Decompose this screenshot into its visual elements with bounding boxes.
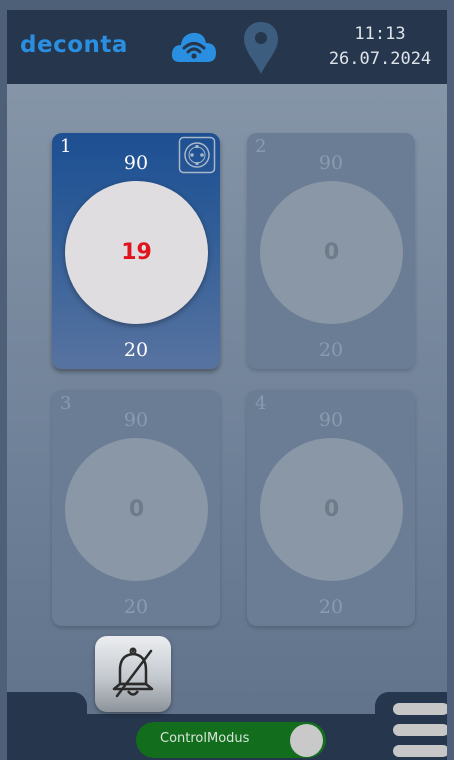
channel-card-2[interactable]: 2 90 0 20 [247, 133, 415, 369]
channel-upper-limit: 90 [318, 409, 344, 431]
channel-dial[interactable]: 0 [65, 438, 208, 581]
channel-lower-limit: 20 [123, 339, 149, 361]
channel-dial[interactable]: 0 [260, 438, 403, 581]
hamburger-menu-icon[interactable] [391, 703, 447, 760]
channel-upper-limit: 90 [318, 152, 344, 174]
channel-card-3[interactable]: 3 90 0 20 [52, 390, 220, 626]
header-bar: deconta 11:13 26.07.2024 [7, 10, 447, 84]
channel-card-1[interactable]: 1 90 19 20 [52, 133, 220, 369]
clock-date: 26.07.2024 [328, 49, 432, 69]
clock: 11:13 26.07.2024 [315, 22, 445, 72]
bell-muted-icon [112, 647, 154, 698]
mute-alarm-button[interactable] [95, 636, 171, 712]
socket-icon [178, 136, 216, 174]
channel-card-4[interactable]: 4 90 0 20 [247, 390, 415, 626]
location-pin-icon[interactable] [241, 19, 281, 77]
toggle-label: ControlModus [160, 731, 250, 746]
toggle-knob[interactable] [290, 724, 323, 757]
channel-lower-limit: 20 [318, 339, 344, 361]
control-mode-toggle[interactable]: ControlModus [136, 722, 326, 758]
channel-lower-limit: 20 [123, 596, 149, 618]
cloud-wifi-icon[interactable] [169, 24, 219, 70]
channel-lower-limit: 20 [318, 596, 344, 618]
channel-upper-limit: 90 [123, 409, 149, 431]
brand-logo: deconta [20, 32, 128, 58]
app-screen: deconta 11:13 26.07.2024 1 90 19 20 2 90… [7, 10, 447, 760]
channel-dial[interactable]: 0 [260, 181, 403, 324]
channel-dial[interactable]: 19 [65, 181, 208, 324]
clock-time: 11:13 [354, 24, 406, 44]
